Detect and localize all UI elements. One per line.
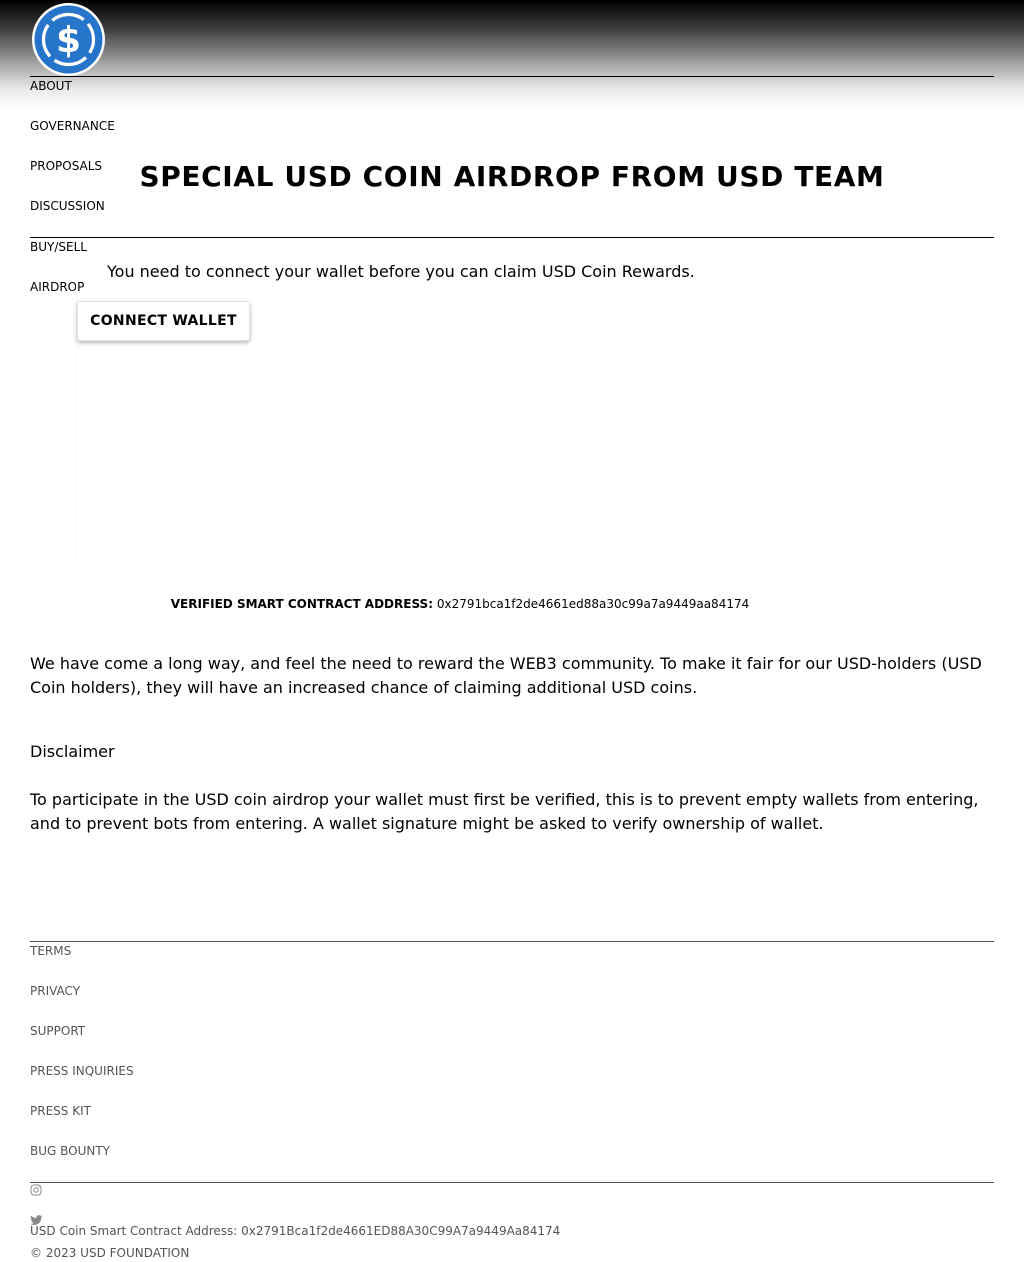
verified-contract-line: VERIFIED SMART CONTRACT ADDRESS: 0x2791b… xyxy=(0,596,920,612)
footer-link-press-kit[interactable]: PRESS KIT xyxy=(30,1104,91,1118)
disclaimer-heading: Disclaimer xyxy=(30,742,115,761)
verified-contract-address: 0x2791bca1f2de4661ed88a30c99a7a9449aa841… xyxy=(436,597,750,611)
footer-link-privacy[interactable]: PRIVACY xyxy=(30,984,80,998)
footer-bottom-divider xyxy=(30,1182,994,1183)
footer-top-divider xyxy=(30,941,994,942)
page-title: SPECIAL USD COIN AIRDROP FROM USD TEAM xyxy=(139,160,885,193)
nav-item-about[interactable]: ABOUT xyxy=(30,79,72,93)
footer-link-terms[interactable]: TERMS xyxy=(30,944,71,958)
title-divider xyxy=(30,237,994,238)
footer-link-support[interactable]: SUPPORT xyxy=(30,1024,85,1038)
footer-link-bug-bounty[interactable]: BUG BOUNTY xyxy=(30,1144,110,1158)
verified-contract-label: VERIFIED SMART CONTRACT ADDRESS: xyxy=(170,597,433,611)
footer-copyright: © 2023 USD FOUNDATION xyxy=(30,1246,190,1260)
header-divider xyxy=(30,76,994,77)
usd-coin-logo[interactable]: $ xyxy=(32,3,105,76)
usd-coin-logo-icon: $ xyxy=(34,5,103,74)
nav-item-discussion[interactable]: DISCUSSION xyxy=(30,199,105,213)
nav-item-governance[interactable]: GOVERNANCE xyxy=(30,119,115,133)
connect-wallet-message: You need to connect your wallet before y… xyxy=(107,262,695,281)
instagram-icon[interactable] xyxy=(30,1184,42,1198)
instagram-icon-glyph xyxy=(30,1184,42,1196)
header-background xyxy=(0,0,1024,110)
svg-text:$: $ xyxy=(56,20,81,61)
footer-contract-address: USD Coin Smart Contract Address: 0x2791B… xyxy=(30,1224,561,1238)
connect-wallet-button[interactable]: CONNECT WALLET xyxy=(77,301,250,341)
footer-link-press-inquiries[interactable]: PRESS INQUIRIES xyxy=(30,1064,134,1078)
nav-item-buy-sell[interactable]: BUY/SELL xyxy=(30,240,87,254)
intro-paragraph: We have come a long way, and feel the ne… xyxy=(30,654,982,697)
disclaimer-text: To participate in the USD coin airdrop y… xyxy=(30,790,979,833)
